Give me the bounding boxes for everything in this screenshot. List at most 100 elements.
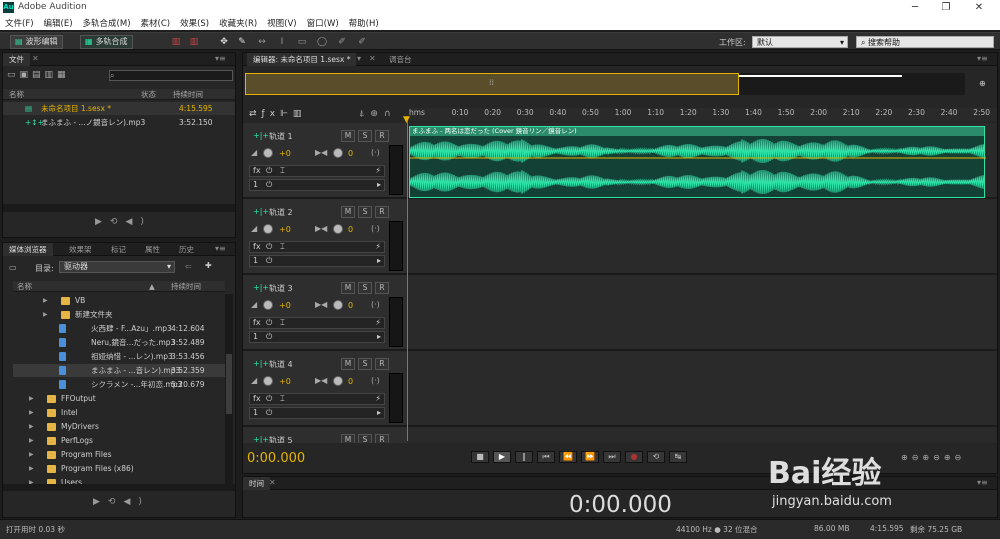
mute-button[interactable]: M (341, 358, 355, 370)
list-item[interactable]: ▶ VB (13, 294, 225, 307)
input-monitor-icon[interactable]: (·) (371, 300, 380, 309)
fx-settings-icon[interactable]: ⌶ (280, 394, 285, 404)
menu-multitrack[interactable]: 多轨合成(M) (78, 16, 136, 30)
expand-arrow-icon[interactable]: ▶ (29, 462, 34, 475)
pause-button[interactable]: ‖ (515, 451, 533, 463)
solo-button[interactable]: S (358, 130, 372, 142)
stop-button[interactable]: ■ (471, 451, 489, 463)
tab-editor[interactable]: 编辑器: 未命名项目 1.sesx * (247, 53, 357, 66)
volume-knob[interactable] (263, 376, 273, 386)
panel-menu-icon[interactable]: ▾≡ (215, 244, 226, 253)
directory-select[interactable]: 驱动器 ▾ (59, 261, 175, 273)
pan-knob[interactable] (333, 300, 343, 310)
play-button[interactable]: ▶ (493, 451, 511, 463)
mute-button[interactable]: M (341, 130, 355, 142)
solo-button[interactable]: S (358, 282, 372, 294)
io-row[interactable]: 1 ⏻ ▸ (249, 331, 385, 343)
media-hscrollbar[interactable] (3, 484, 235, 491)
pan-knob[interactable] (333, 376, 343, 386)
tab-markers[interactable]: 标记 (105, 243, 132, 256)
monitor-icon[interactable]: ▭ (9, 263, 17, 272)
audio-clip[interactable]: まふまふ - 两名は恋だった (Cover 鏡音リン／鏡音レン) (409, 126, 986, 198)
track-name[interactable]: 轨道 3 (269, 283, 293, 294)
panel-menu-icon[interactable]: ▾≡ (977, 54, 988, 63)
menu-edit[interactable]: 编辑(E) (39, 16, 78, 30)
close-button[interactable]: ✕ (968, 1, 990, 15)
menu-window[interactable]: 窗口(W) (302, 16, 344, 30)
expand-arrow-icon[interactable]: ▶ (43, 294, 48, 307)
list-item[interactable]: まふまふ - ...音レン).mp3 3:52.359 (13, 364, 225, 377)
media-transport-icons[interactable]: ▶⟲◀) (93, 497, 150, 507)
power-icon[interactable]: ⏻ (266, 242, 272, 252)
brush-icon[interactable]: ✐ (336, 36, 348, 48)
expand-arrow-icon[interactable]: ▶ (29, 406, 34, 419)
lasso-icon[interactable]: ◯ (316, 36, 328, 48)
tab-files[interactable]: 文件 (3, 53, 30, 66)
pan-knob[interactable] (333, 148, 343, 158)
list-item[interactable]: ▶ MyDrivers (13, 420, 225, 433)
expand-arrow-icon[interactable]: ▶ (29, 476, 34, 484)
spectral-icon[interactable]: ▥ (170, 36, 182, 48)
expand-arrow-icon[interactable]: ▶ (29, 420, 34, 433)
power-icon[interactable]: ⏻ (266, 318, 272, 328)
multitrack-mode-button[interactable]: ▦ 多轨合成 (80, 35, 133, 49)
move-tool-icon[interactable]: ✥ (218, 36, 230, 48)
record-arm-button[interactable]: R (375, 130, 389, 142)
fx-row[interactable]: fx ⏻ ⌶ ⚡ (249, 241, 385, 253)
power-icon[interactable]: ⏻ (266, 332, 272, 342)
record-arm-button[interactable]: R (375, 358, 389, 370)
io-row[interactable]: 1 ⏻ ▸ (249, 407, 385, 419)
rewind-button[interactable]: ⏪ (559, 451, 577, 463)
list-item[interactable]: ▶ 新建文件夹 (13, 308, 225, 321)
forward-button[interactable]: ⏩ (581, 451, 599, 463)
minimize-button[interactable]: ─ (904, 1, 926, 15)
pan-knob[interactable] (333, 224, 343, 234)
fx-arrow-icon[interactable]: ⚡ (375, 394, 381, 403)
track-name[interactable]: 轨道 2 (269, 207, 293, 218)
tab-history[interactable]: 历史 (173, 243, 200, 256)
list-item[interactable]: ▶ Users (13, 476, 225, 484)
record-arm-button[interactable]: R (375, 206, 389, 218)
io-row[interactable]: 1 ⏻ ▸ (249, 179, 385, 191)
fx-settings-icon[interactable]: ⌶ (280, 166, 285, 176)
fx-arrow-icon[interactable]: ⚡ (375, 242, 381, 251)
razor-tool-icon[interactable]: ✎ (236, 36, 248, 48)
overview-bar[interactable]: ⁞⁞ (245, 73, 965, 95)
fx-row[interactable]: fx ⏻ ⌶ ⚡ (249, 165, 385, 177)
record-arm-button[interactable]: R (375, 434, 389, 443)
fx-arrow-icon[interactable]: ⚡ (375, 166, 381, 175)
list-item[interactable]: ▶ FFOutput (13, 392, 225, 405)
input-monitor-icon[interactable]: (·) (371, 224, 380, 233)
fx-row[interactable]: fx ⏻ ⌶ ⚡ (249, 393, 385, 405)
list-item[interactable]: 火西肆 - F...Azu」.mp3 4:12.604 (13, 322, 225, 335)
list-item[interactable]: ▶ Program Files (x86) (13, 462, 225, 475)
volume-knob[interactable] (263, 148, 273, 158)
zoom-tools-icons[interactable]: ⊕⊖⊕⊖⊕⊖ (901, 453, 965, 462)
list-item[interactable]: 祖娅纳惜 - ...レン).mp3 3:53.456 (13, 350, 225, 363)
slip-tool-icon[interactable]: ↔ (256, 36, 268, 48)
zoom-nav-icon[interactable]: ⊕ (979, 79, 986, 88)
playhead[interactable] (407, 121, 408, 441)
track-name[interactable]: 轨道 1 (269, 131, 293, 142)
to-end-button[interactable]: ⏭ (603, 451, 621, 463)
menu-view[interactable]: 视图(V) (262, 16, 301, 30)
play-small-icon[interactable]: ▸ (377, 256, 381, 265)
media-scrollbar[interactable] (225, 294, 233, 484)
volume-knob[interactable] (263, 300, 273, 310)
waveform-mode-button[interactable]: ▤ 波形编辑 (10, 35, 63, 49)
list-item[interactable]: シクラメン -...年初恋.mp3 5:20.679 (13, 378, 225, 391)
menu-clip[interactable]: 素材(C) (136, 16, 176, 30)
panel-menu-icon[interactable]: ▾≡ (215, 54, 226, 63)
tab-menu-icon[interactable]: ▾ (357, 54, 361, 63)
power-icon[interactable]: ⏻ (266, 166, 272, 176)
expand-arrow-icon[interactable]: ▶ (29, 392, 34, 405)
record-arm-button[interactable]: R (375, 282, 389, 294)
fx-settings-icon[interactable]: ⌶ (280, 318, 285, 328)
track-name[interactable]: 轨道 5 (269, 435, 293, 443)
tab-media-browser[interactable]: 媒体浏览器 (3, 243, 53, 256)
expand-arrow-icon[interactable]: ▶ (29, 448, 34, 461)
file-row[interactable]: ▤ 未命名项目 1.sesx * 4:15.595 (3, 102, 235, 115)
menu-help[interactable]: 帮助(H) (344, 16, 384, 30)
expand-arrow-icon[interactable]: ▶ (29, 434, 34, 447)
list-item[interactable]: ▶ Intel (13, 406, 225, 419)
